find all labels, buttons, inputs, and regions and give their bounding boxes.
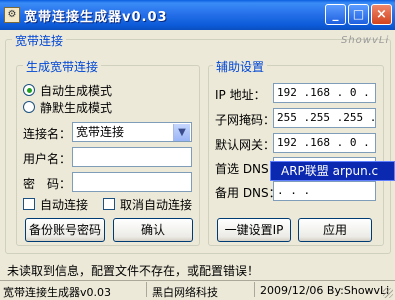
statusbar-divider — [146, 282, 147, 297]
close-button[interactable]: × — [371, 4, 392, 25]
statusbar-app-name: 宽带连接生成器v0.03 — [3, 286, 112, 299]
gateway-input[interactable]: 192 .168 . 0 . 1 — [273, 133, 376, 153]
arp-popup-banner: ARP联盟 arpun.c — [270, 161, 395, 181]
one-click-set-ip-button[interactable]: 一键设置IP — [217, 218, 291, 242]
apply-button[interactable]: 应用 — [298, 218, 372, 242]
chevron-down-icon[interactable]: ▼ — [173, 124, 190, 141]
username-label: 用户名： — [23, 152, 72, 166]
subnet-label: 子网掩码： — [215, 113, 276, 127]
ip-input[interactable]: 192 .168 . 0 . 2 — [273, 83, 376, 103]
password-label: 密 码： — [23, 177, 72, 191]
broadband-group-title: 宽带连接 — [12, 32, 67, 49]
dns2-label: 备用 DNS： — [215, 186, 281, 200]
radio-selected-dot — [27, 88, 32, 93]
author-watermark: ShowvLi — [341, 35, 390, 46]
auto-mode-radio[interactable] — [23, 84, 35, 96]
gateway-label: 默认网关： — [215, 138, 276, 152]
maximize-button[interactable]: □ — [348, 4, 369, 25]
statusbar-date-author: 2009/12/06 By:ShowvLi — [260, 284, 390, 297]
aux-settings-title: 辅助设置 — [213, 58, 268, 75]
statusbar-company: 黑白网络科技 — [152, 286, 218, 299]
cancel-auto-connect-checkbox[interactable] — [103, 198, 115, 210]
auto-connect-label: 自动连接 — [40, 198, 89, 212]
app-icon: ⚙ — [4, 7, 20, 23]
confirm-button[interactable]: 确认 — [113, 218, 193, 242]
ip-label: IP 地址： — [215, 88, 266, 102]
status-message: 未读取到信息，配置文件不存在，或配置错误！ — [7, 264, 260, 278]
generate-group-title: 生成宽带连接 — [23, 58, 102, 75]
auto-connect-checkbox[interactable] — [23, 198, 35, 210]
resize-grip-icon[interactable] — [383, 288, 393, 298]
connection-name-label: 连接名： — [23, 127, 72, 141]
silent-mode-radio[interactable] — [23, 101, 35, 113]
connection-name-value: 宽带连接 — [76, 125, 125, 139]
auto-mode-label: 自动生成模式 — [40, 84, 113, 98]
backup-credentials-button[interactable]: 备份账号密码 — [25, 218, 105, 242]
connection-name-select[interactable]: 宽带连接 ▼ — [72, 122, 192, 142]
password-input[interactable] — [72, 172, 192, 192]
minimize-button[interactable]: _ — [325, 4, 346, 25]
silent-mode-label: 静默生成模式 — [40, 101, 113, 115]
dns2-input[interactable]: . . . — [273, 181, 376, 201]
subnet-input[interactable]: 255 .255 .255 . 0 — [273, 108, 376, 128]
username-input[interactable] — [72, 147, 192, 167]
statusbar-divider — [254, 282, 255, 297]
cancel-auto-connect-label: 取消自动连接 — [120, 198, 193, 212]
window-title: 宽带连接生成器v0.03 — [24, 10, 168, 25]
